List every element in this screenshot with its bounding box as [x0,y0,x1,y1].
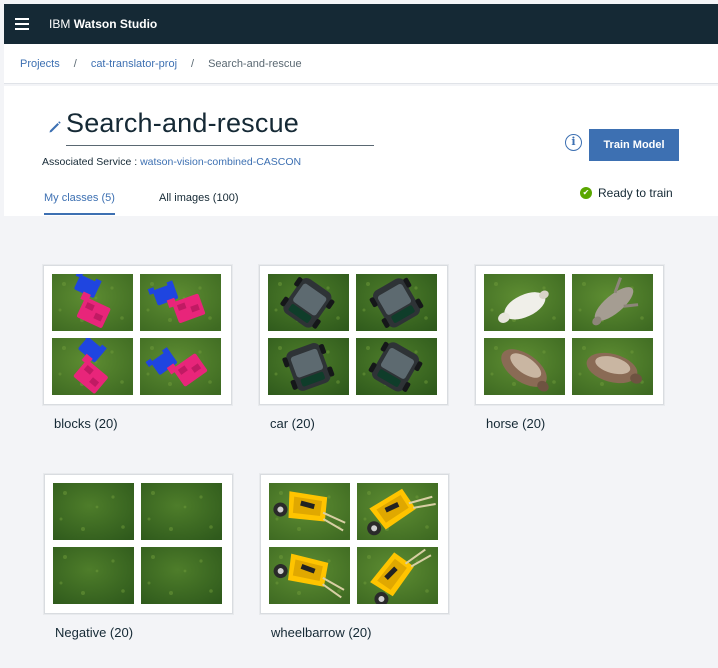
car-thumbnail [268,338,349,395]
grass-thumbnail [141,483,222,540]
brand-name: Watson Studio [73,17,158,31]
info-icon[interactable]: i [565,134,582,151]
blocks-thumbnail [52,274,133,331]
wheelbarrow-thumbnail [357,547,438,604]
blocks-thumbnail [140,274,221,331]
wheelbarrow-thumbnail [269,483,350,540]
class-card-wheelbarrow[interactable] [260,474,449,614]
car-thumbnail [268,274,349,331]
menu-icon[interactable] [15,18,29,30]
brand-prefix: IBM [49,17,71,31]
thumbnail-grid [268,274,439,396]
app-brand[interactable]: IBM Watson Studio [49,17,157,31]
class-label[interactable]: Negative (20) [55,625,133,640]
thumbnail-grid [484,274,655,396]
blocks-thumbnail [140,338,221,395]
class-label[interactable]: wheelbarrow (20) [271,625,371,640]
blocks-thumbnail [52,338,133,395]
horse-white-thumbnail [484,274,565,331]
breadcrumb-project[interactable]: cat-translator-proj [91,58,177,70]
model-header: Search-and-rescue Associated Service : w… [4,86,718,216]
class-card-blocks[interactable] [43,265,232,405]
top-nav-bar: IBM Watson Studio [4,4,718,44]
associated-service-label: Associated Service : [42,156,138,168]
breadcrumb-projects[interactable]: Projects [20,58,60,70]
class-card-car[interactable] [259,265,448,405]
grass-thumbnail [53,547,134,604]
training-status: ✔ Ready to train [580,186,673,200]
class-card-negative[interactable] [44,474,233,614]
tab-my-classes[interactable]: My classes (5) [44,192,115,215]
train-model-button[interactable]: Train Model [589,129,679,161]
wheelbarrow-thumbnail [357,483,438,540]
title-underline [66,145,374,146]
grass-thumbnail [141,547,222,604]
class-label[interactable]: horse (20) [486,416,545,431]
thumbnail-grid [269,483,440,605]
car-thumbnail [356,338,437,395]
associated-service-link[interactable]: watson-vision-combined-CASCON [140,156,301,168]
car-thumbnail [356,274,437,331]
horse-brown-thumbnail [572,338,653,395]
edit-pencil-icon[interactable] [48,120,62,134]
breadcrumb-separator: / [73,57,77,70]
class-card-horse[interactable] [475,265,664,405]
breadcrumb: Projects / cat-translator-proj / Search-… [4,44,718,84]
class-label[interactable]: blocks (20) [54,416,118,431]
wheelbarrow-thumbnail [269,547,350,604]
class-label[interactable]: car (20) [270,416,315,431]
horse-brown-thumbnail [484,338,565,395]
model-title-input[interactable]: Search-and-rescue [66,108,299,139]
checkmark-icon: ✔ [580,187,592,199]
horse-grey-thumbnail [572,274,653,331]
breadcrumb-separator: / [191,57,195,70]
thumbnail-grid [52,274,223,396]
grass-thumbnail [53,483,134,540]
breadcrumb-current: Search-and-rescue [208,57,302,70]
status-text: Ready to train [598,186,673,200]
associated-service: Associated Service : watson-vision-combi… [42,156,301,168]
thumbnail-grid [53,483,224,605]
tab-all-images[interactable]: All images (100) [159,192,238,213]
